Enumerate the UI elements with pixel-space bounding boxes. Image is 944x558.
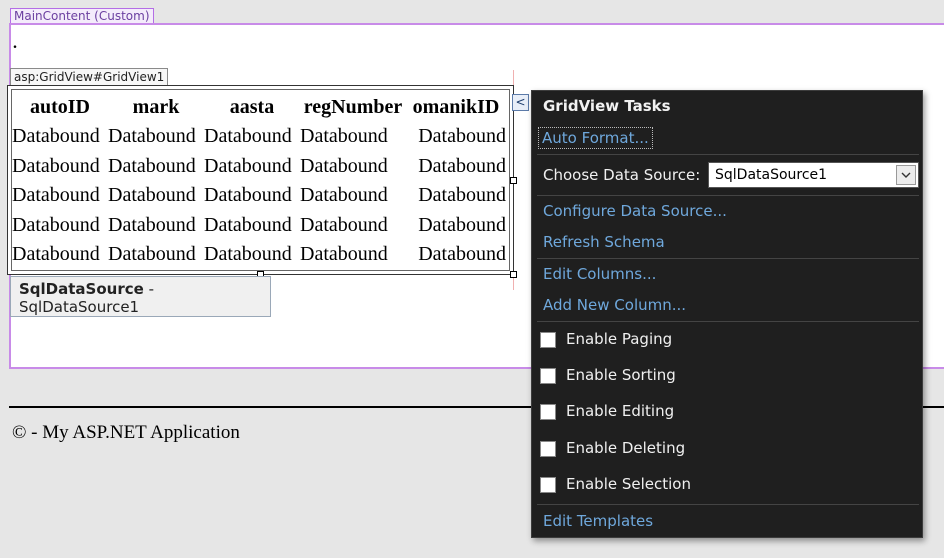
enable-sorting-checkbox[interactable]: [540, 368, 556, 384]
column-header: regNumber: [303, 95, 403, 118]
enable-editing-label[interactable]: Enable Editing: [566, 402, 674, 420]
configure-data-source-link[interactable]: Configure Data Source...: [543, 202, 727, 220]
column-header: aasta: [229, 95, 275, 118]
data-source-select[interactable]: SqlDataSource1: [708, 162, 919, 188]
gridview-table[interactable]: autoID mark aasta regNumber omanikID Dat…: [12, 92, 506, 270]
table-cell: Databound: [108, 125, 196, 148]
table-row: Databound Databound Databound Databound …: [12, 152, 506, 182]
table-cell: Databound: [300, 125, 388, 148]
table-cell: Databound: [108, 184, 196, 207]
table-cell: Databound: [12, 243, 100, 266]
smart-tag-chevron-left-icon[interactable]: <: [512, 94, 529, 111]
edit-templates-link[interactable]: Edit Templates: [543, 512, 653, 530]
resize-handle-corner[interactable]: [510, 271, 517, 278]
table-cell: Databound: [12, 154, 100, 177]
column-header: omanikID: [412, 95, 500, 118]
enable-deleting-label[interactable]: Enable Deleting: [566, 439, 685, 457]
table-row: Databound Databound Databound Databound …: [12, 122, 506, 152]
sqldatasource-control[interactable]: SqlDataSource - SqlDataSource1: [10, 276, 271, 317]
column-header: autoID: [29, 95, 90, 118]
choose-data-source-label: Choose Data Source:: [543, 166, 701, 184]
enable-selection-checkbox[interactable]: [540, 477, 556, 493]
gridview-tasks-panel: GridView Tasks Auto Format... Choose Dat…: [531, 90, 923, 538]
table-cell: Databound: [418, 213, 506, 236]
add-new-column-link[interactable]: Add New Column...: [543, 296, 686, 314]
table-row: Databound Databound Databound Databound …: [12, 181, 506, 211]
table-cell: Databound: [204, 243, 292, 266]
table-cell: Databound: [300, 243, 388, 266]
refresh-schema-link[interactable]: Refresh Schema: [543, 233, 665, 251]
gridview-tag[interactable]: asp:GridView#GridView1: [10, 68, 169, 86]
footer-text: © - My ASP.NET Application: [12, 422, 240, 443]
table-cell: Databound: [418, 125, 506, 148]
table-row: Databound Databound Databound Databound …: [12, 240, 506, 270]
design-surface: MainContent (Custom) . asp:GridView#Grid…: [0, 0, 944, 558]
separator: [537, 195, 919, 196]
sqldatasource-separator: -: [143, 280, 154, 298]
table-cell: Databound: [12, 125, 100, 148]
table-cell: Databound: [204, 125, 292, 148]
table-cell: Databound: [204, 154, 292, 177]
table-cell: Databound: [204, 213, 292, 236]
table-row: Databound Databound Databound Databound …: [12, 211, 506, 241]
separator: [537, 504, 919, 505]
table-cell: Databound: [12, 213, 100, 236]
table-cell: Databound: [300, 213, 388, 236]
enable-selection-label[interactable]: Enable Selection: [566, 475, 691, 493]
data-source-select-value: SqlDataSource1: [715, 167, 828, 183]
table-cell: Databound: [300, 154, 388, 177]
table-cell: Databound: [108, 213, 196, 236]
chevron-down-icon[interactable]: [896, 165, 916, 185]
auto-format-link[interactable]: Auto Format...: [538, 127, 653, 149]
tasks-title: GridView Tasks: [543, 97, 671, 115]
separator: [537, 258, 919, 259]
table-cell: Databound: [418, 154, 506, 177]
separator: [537, 154, 919, 155]
sqldatasource-type: SqlDataSource: [19, 280, 144, 298]
placeholder-dot: .: [13, 35, 17, 52]
enable-deleting-checkbox[interactable]: [540, 441, 556, 457]
table-cell: Databound: [108, 154, 196, 177]
separator: [537, 321, 919, 322]
table-cell: Databound: [418, 184, 506, 207]
resize-handle-right[interactable]: [510, 177, 517, 184]
edit-columns-link[interactable]: Edit Columns...: [543, 265, 656, 283]
enable-paging-label[interactable]: Enable Paging: [566, 330, 672, 348]
enable-paging-checkbox[interactable]: [540, 332, 556, 348]
table-cell: Databound: [204, 184, 292, 207]
table-cell: Databound: [418, 243, 506, 266]
sqldatasource-id: SqlDataSource1: [19, 298, 140, 316]
table-cell: Databound: [12, 184, 100, 207]
table-cell: Databound: [108, 243, 196, 266]
table-cell: Databound: [300, 184, 388, 207]
column-header: mark: [132, 95, 180, 118]
gridview-header-row: autoID mark aasta regNumber omanikID: [12, 92, 506, 122]
enable-sorting-label[interactable]: Enable Sorting: [566, 366, 676, 384]
enable-editing-checkbox[interactable]: [540, 404, 556, 420]
